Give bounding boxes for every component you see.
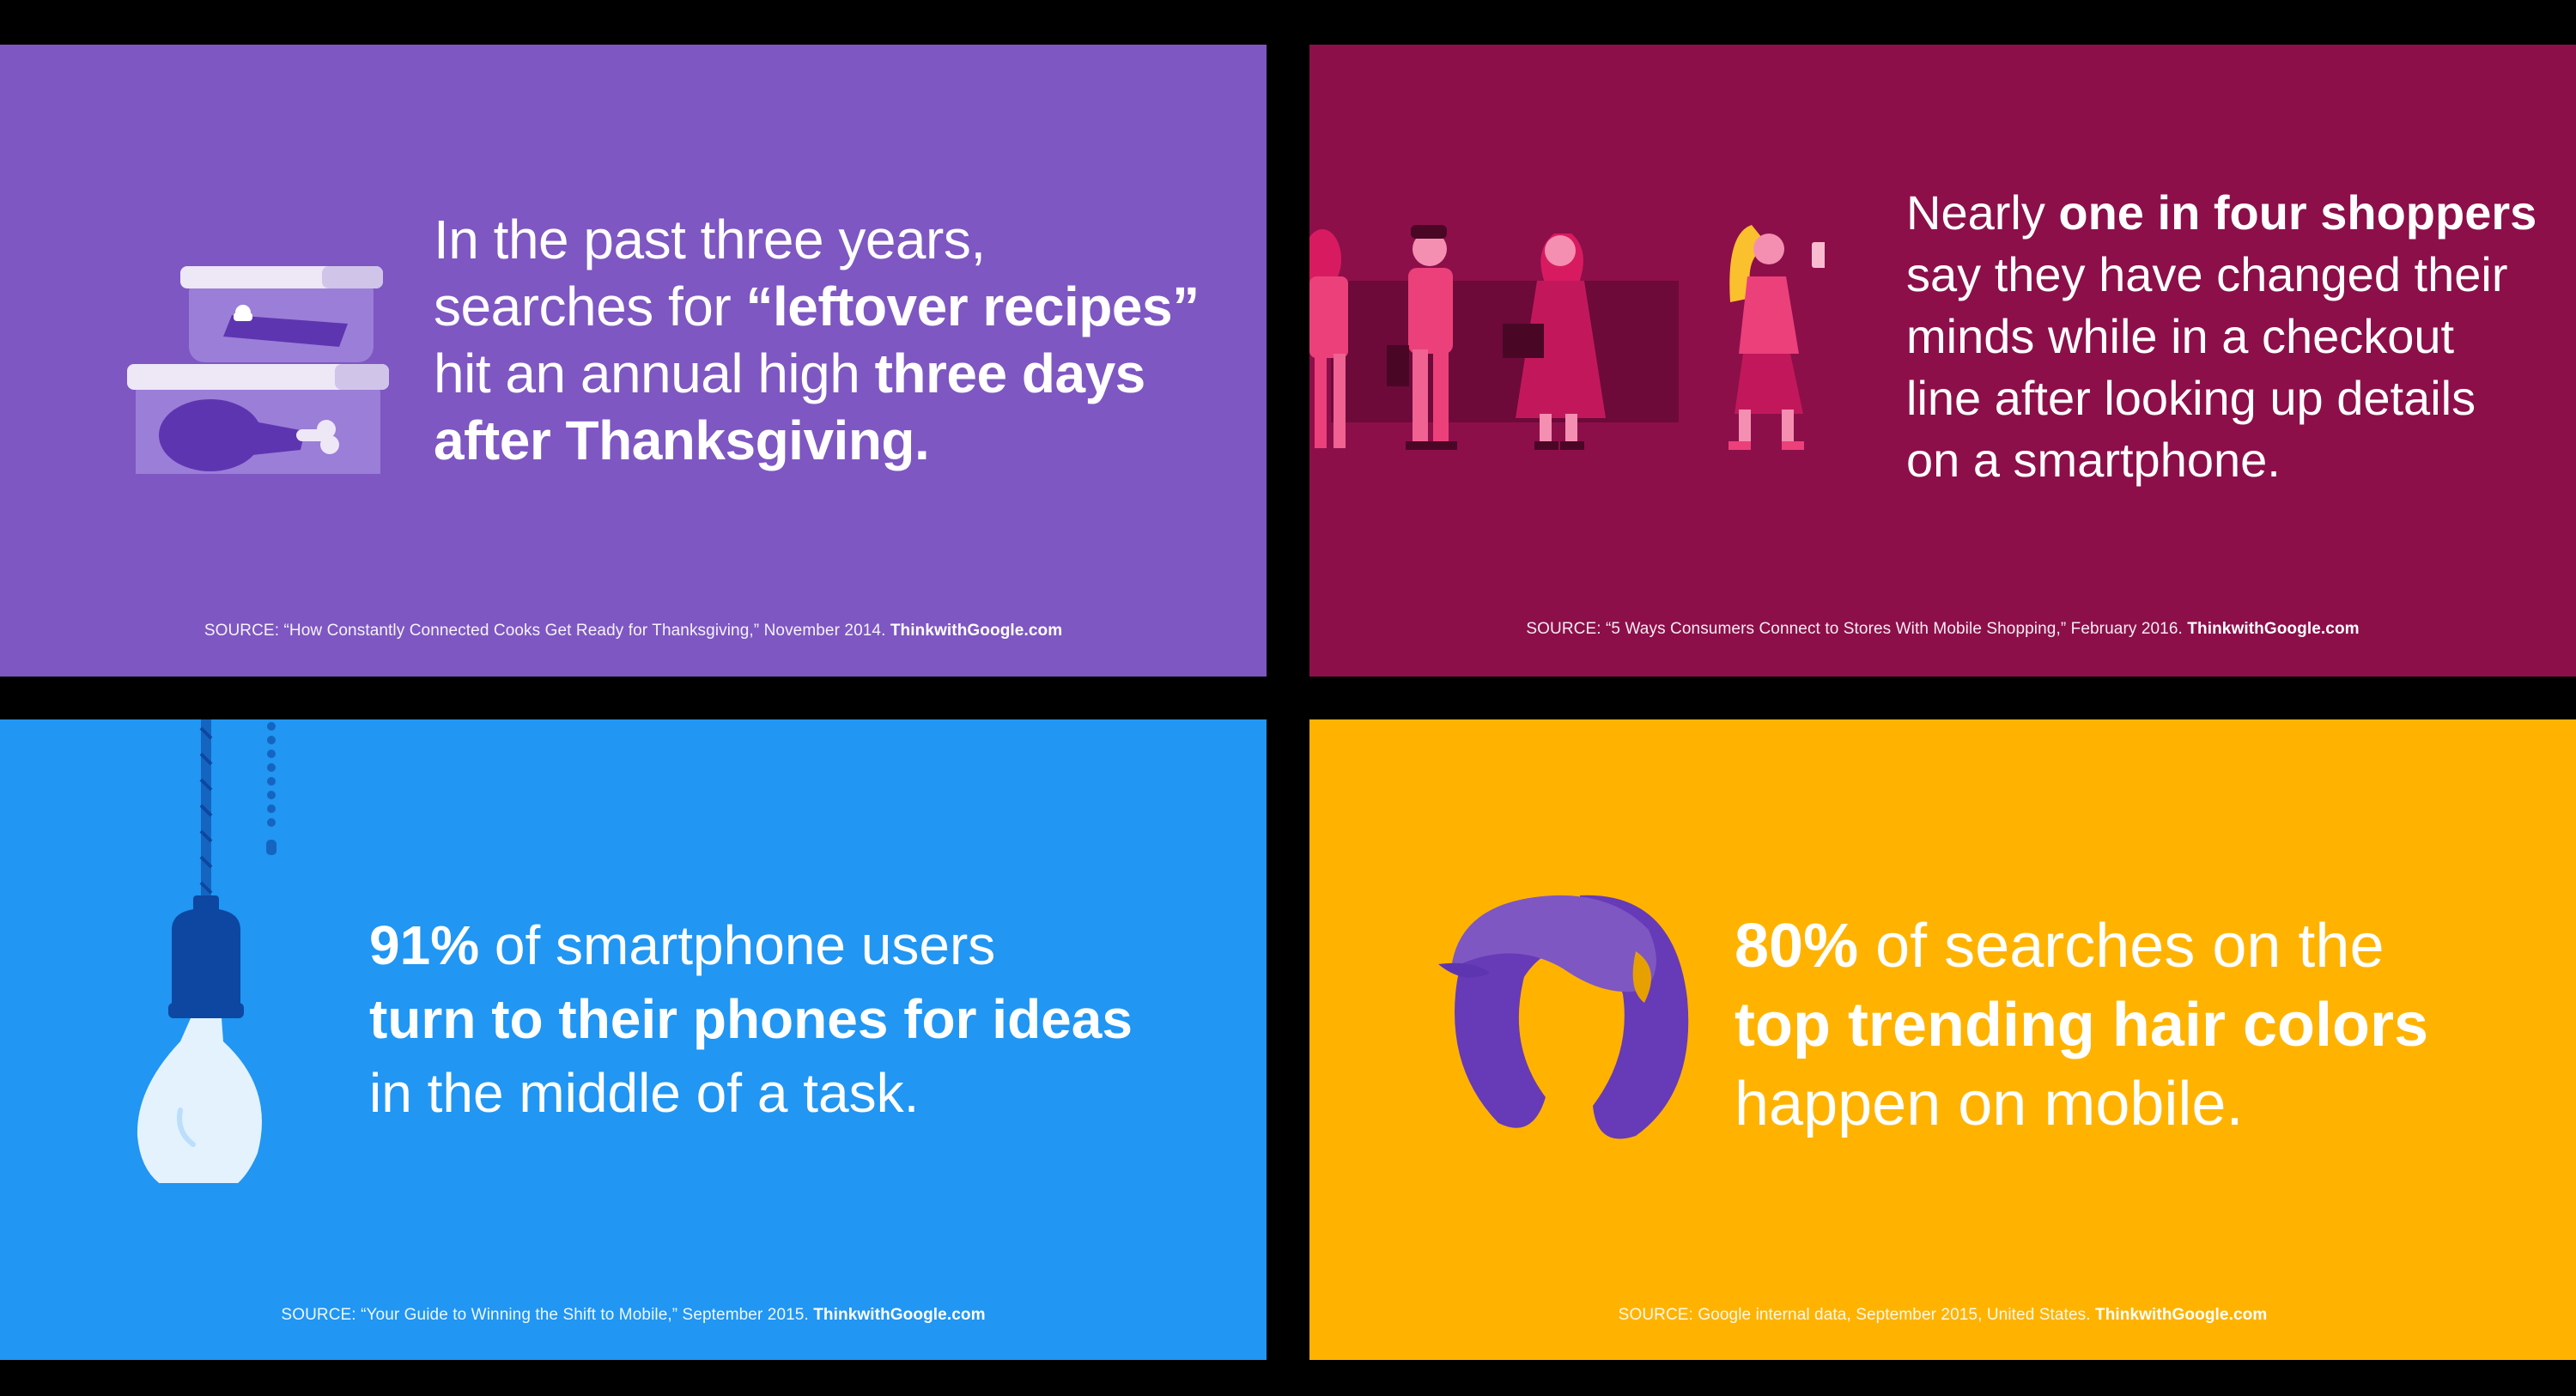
hair-icon <box>1438 895 1689 1139</box>
headline-emphasis: top trending hair colors <box>1735 991 2429 1059</box>
brand-link[interactable]: ThinkwithGoogle.com <box>813 1306 985 1324</box>
headline-line: say they have changed their <box>1906 247 2508 301</box>
headline-text: Nearly <box>1906 185 2059 240</box>
headline-line: minds while in a checkout <box>1906 309 2455 363</box>
source-citation: SOURCE: “Your Guide to Winning the Shift… <box>0 1306 1267 1325</box>
stat-card-smartphone-ideas: 91% of smartphone users turn to their ph… <box>0 719 1267 1360</box>
headline-text: searches for <box>434 276 746 337</box>
light-bulb-icon <box>137 719 276 1183</box>
brand-link[interactable]: ThinkwithGoogle.com <box>2095 1306 2267 1324</box>
source-text: SOURCE: Google internal data, September … <box>1618 1306 2091 1324</box>
headline-line: hit an annual high three days <box>434 343 1145 404</box>
headline-line: In the past three years, <box>434 209 986 270</box>
source-text: SOURCE: “5 Ways Consumers Connect to Sto… <box>1526 620 2183 638</box>
headline: 80% of searches on the top trending hair… <box>1735 907 2428 1144</box>
headline-emphasis: 80% <box>1735 912 1859 980</box>
checkout-line-icon <box>1309 225 1825 450</box>
headline-emphasis: 91% <box>369 914 480 976</box>
stat-card-leftover-recipes: In the past three years, searches for “l… <box>0 45 1267 677</box>
stat-card-hair-colors: 80% of searches on the top trending hair… <box>1309 719 2576 1360</box>
headline-emphasis: one in four shoppers <box>2058 185 2537 240</box>
source-citation: SOURCE: Google internal data, September … <box>1309 1306 2576 1325</box>
source-citation: SOURCE: “How Constantly Connected Cooks … <box>0 622 1267 640</box>
headline-line: line after looking up details <box>1906 371 2476 425</box>
headline-text: hit an annual high <box>434 343 875 404</box>
headline-line: happen on mobile. <box>1735 1070 2244 1138</box>
headline-text: of smartphone users <box>479 914 996 976</box>
headline-line: searches for “leftover recipes” <box>434 276 1200 337</box>
stat-card-checkout-line: Nearly one in four shoppers say they hav… <box>1309 45 2576 677</box>
headline: 91% of smartphone users turn to their ph… <box>369 908 1133 1130</box>
headline-text: of searches on the <box>1858 912 2385 980</box>
leftover-containers-icon <box>127 266 389 474</box>
headline-line: 80% of searches on the <box>1735 912 2385 980</box>
headline-line: 91% of smartphone users <box>369 914 995 976</box>
brand-link[interactable]: ThinkwithGoogle.com <box>890 622 1062 640</box>
headline: Nearly one in four shoppers say they hav… <box>1906 182 2537 491</box>
headline-emphasis: after Thanksgiving. <box>434 410 930 471</box>
headline-emphasis: turn to their phones for ideas <box>369 988 1133 1050</box>
headline: In the past three years, searches for “l… <box>434 206 1200 474</box>
headline-emphasis: “leftover recipes” <box>745 276 1200 337</box>
brand-link[interactable]: ThinkwithGoogle.com <box>2187 620 2359 638</box>
source-text: SOURCE: “Your Guide to Winning the Shift… <box>281 1306 809 1324</box>
source-text: SOURCE: “How Constantly Connected Cooks … <box>204 622 886 640</box>
headline-line: on a smartphone. <box>1906 433 2281 487</box>
source-citation: SOURCE: “5 Ways Consumers Connect to Sto… <box>1309 620 2576 639</box>
headline-line: Nearly one in four shoppers <box>1906 185 2537 240</box>
headline-line: in the middle of a task. <box>369 1062 920 1124</box>
headline-emphasis: three days <box>874 343 1146 404</box>
